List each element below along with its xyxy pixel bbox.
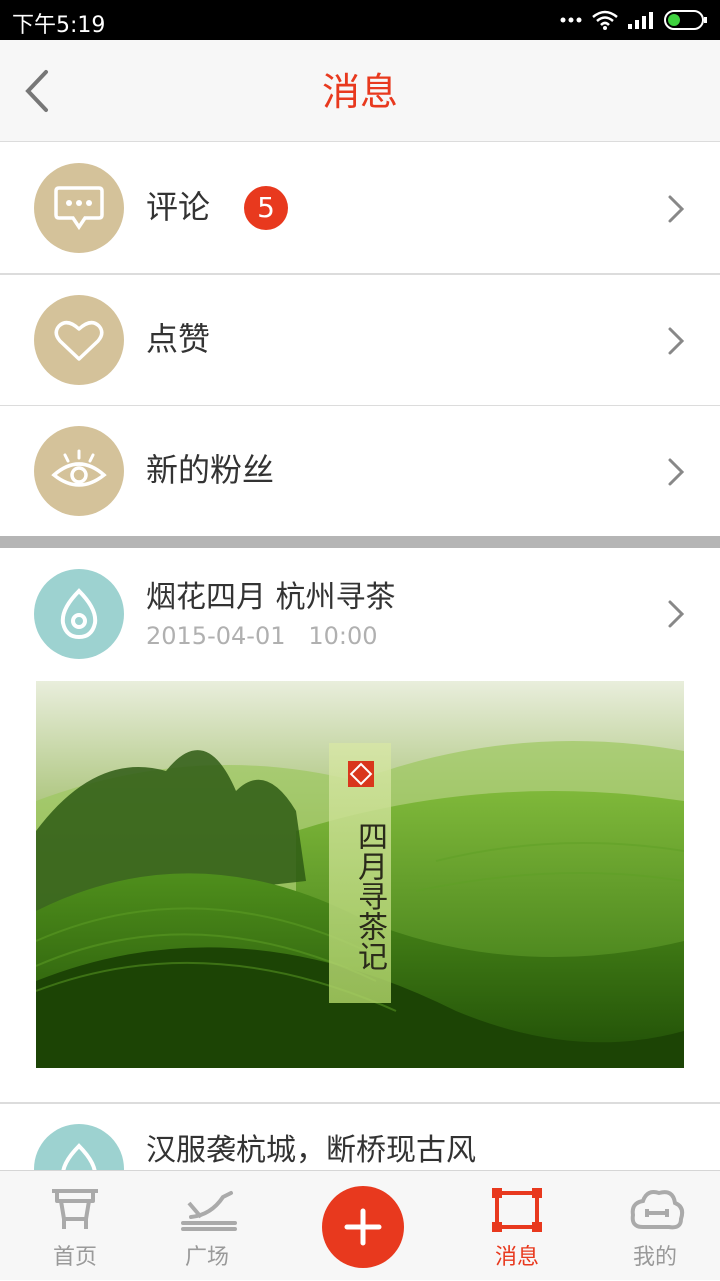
chat-bubble-icon [34, 163, 124, 253]
menu-item-label: 点赞 [146, 320, 211, 358]
tab-label: 消息 [494, 1245, 539, 1270]
eye-icon [34, 426, 124, 516]
menu-item-label: 评论 [146, 188, 211, 226]
post-time: 10:00 [308, 622, 378, 650]
post-date: 2015-04-01 [146, 622, 286, 650]
page-title: 消息 [321, 70, 398, 114]
battery-icon [664, 10, 707, 30]
heart-icon [34, 295, 124, 385]
tab-label: 我的 [632, 1245, 677, 1270]
section-divider [0, 536, 720, 548]
chevron-right-icon [668, 458, 685, 486]
chevron-right-icon [668, 195, 685, 223]
tab-plaza[interactable]: 广场 [152, 1171, 262, 1281]
more-dots-icon [560, 17, 582, 23]
chevron-right-icon [668, 600, 685, 628]
cloud-profile-icon [630, 1190, 685, 1230]
create-post-button[interactable] [322, 1186, 404, 1268]
image-caption: 四月寻茶记 [352, 821, 387, 971]
tab-profile[interactable]: 我的 [600, 1171, 710, 1281]
status-icons [560, 8, 708, 32]
nav-bar: 消息 [0, 40, 720, 142]
status-bar: 下午5:19 [0, 0, 720, 40]
tab-home[interactable]: 首页 [20, 1171, 130, 1281]
post-title: 烟花四月 杭州寻茶 [146, 580, 396, 615]
tab-messages[interactable]: 消息 [462, 1171, 572, 1281]
menu-item-label: 新的粉丝 [146, 451, 275, 489]
chevron-right-icon [668, 327, 685, 355]
plus-icon [344, 1208, 382, 1246]
plaza-icon [181, 1191, 237, 1231]
post-cover-image[interactable]: 四月寻茶记 [36, 681, 684, 1068]
menu-item-likes[interactable]: 点赞 [0, 275, 720, 407]
menu-item-new-fans[interactable]: 新的粉丝 [0, 406, 720, 538]
post-avatar-icon [34, 569, 124, 659]
unread-count-badge: 5 [244, 186, 288, 230]
tab-label: 广场 [184, 1245, 229, 1270]
post-title: 汉服袭杭城，断桥现古风 [146, 1133, 476, 1168]
signal-icon [628, 12, 653, 29]
post-datetime: 2015-04-01 10:00 [146, 620, 378, 652]
post-divider [0, 1102, 720, 1104]
cart-icon [52, 1189, 98, 1229]
tab-label: 首页 [52, 1245, 97, 1270]
status-time: 下午5:19 [12, 13, 106, 38]
message-frame-icon [492, 1188, 542, 1232]
wifi-icon [592, 10, 618, 30]
menu-item-comments[interactable]: 评论 [0, 143, 720, 275]
